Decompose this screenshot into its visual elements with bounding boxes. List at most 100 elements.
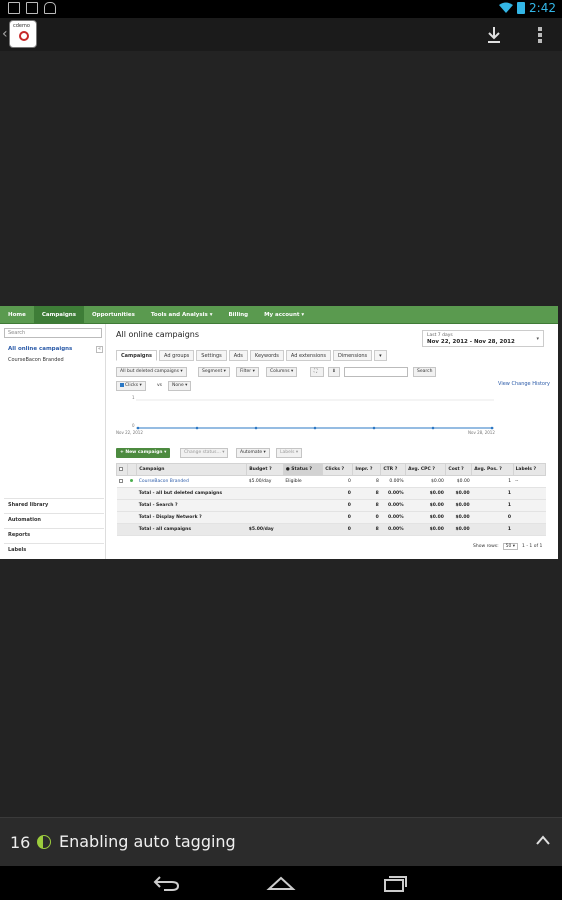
adwords-screenshot: Home Campaigns Opportunities Tools and A… [0,306,558,559]
recent-apps-icon[interactable] [382,874,408,892]
campaign-link[interactable]: CourseBacon Branded [136,475,247,488]
search-button[interactable]: Search [413,367,437,377]
vs-label: vs [157,383,163,388]
filter-dropdown[interactable]: Filter ▾ [236,367,259,377]
metric1-dropdown[interactable]: Clicks ▾ [116,381,146,391]
adwords-top-nav: Home Campaigns Opportunities Tools and A… [0,306,558,324]
tab-settings[interactable]: Settings [196,350,227,361]
total-label: Total - Search ? [136,499,247,512]
sidebar-automation[interactable]: Automation [8,517,41,523]
columns-dropdown[interactable]: Columns ▾ [266,367,298,377]
caret-down-icon: ▾ [536,336,539,342]
clicks-point [254,426,258,430]
change-status-dropdown[interactable]: Change status... ▾ [180,448,229,458]
clicks-point [195,426,199,430]
app-icon[interactable]: cdemo [9,20,37,48]
total-cost: $0.00 [445,523,472,536]
sidebar-reports[interactable]: Reports [8,532,30,538]
header-clicks[interactable]: Clicks ? [322,463,354,476]
cell-budget: $5.00/day [246,475,284,488]
scope-dropdown[interactable]: All but deleted campaigns ▾ [116,367,187,377]
cell-pos: 1 [471,475,514,488]
chart-controls: Clicks ▾ vs None ▾ View Change History [116,381,556,393]
view-change-history-link[interactable]: View Change History [498,381,550,387]
nav-billing[interactable]: Billing [220,306,256,323]
tab-ads[interactable]: Ads [228,350,248,361]
chart-svg [136,399,494,430]
header-labels[interactable]: Labels ? [512,463,547,476]
select-all-checkbox[interactable] [119,466,123,471]
header-impr[interactable]: Impr. ? [352,463,382,476]
header-budget[interactable]: Budget ? [246,463,284,476]
header-select[interactable] [115,463,129,476]
clock: 2:42 [529,1,556,15]
nav-tools[interactable]: Tools and Analysis ▾ [143,306,221,323]
overflow-menu-icon[interactable] [537,26,543,44]
table-total-row: Total - all but deleted campaigns 0 8 0.… [116,487,546,500]
download-icon[interactable] [487,26,501,44]
chapter-bar[interactable]: 16 Enabling auto tagging [0,817,562,866]
sidebar-collapse-button[interactable]: « [96,346,103,353]
total-impr: 8 [352,499,381,512]
header-ctr[interactable]: CTR ? [380,463,407,476]
chart-y-top-label: 1 [132,395,135,400]
sidebar-labels[interactable]: Labels [8,547,26,553]
cell-clicks: 0 [322,475,353,488]
home-icon[interactable] [266,874,296,892]
tab-keywords[interactable]: Keywords [249,350,284,361]
header-avg-cpc[interactable]: Avg. CPC ? [405,463,447,476]
chevron-up-icon[interactable] [535,834,551,846]
total-cpc: $0.00 [405,523,446,536]
clicks-point [431,426,435,430]
total-clicks: 0 [322,523,353,536]
page-title: All online campaigns [116,330,200,339]
tab-ad-extensions[interactable]: Ad extensions [285,350,331,361]
header-avg-pos[interactable]: Avg. Pos. ? [471,463,514,476]
nav-opportunities[interactable]: Opportunities [84,306,143,323]
android-notification-icon [44,2,56,14]
table-row: CourseBacon Branded $5.00/day Eligible 0… [116,475,546,488]
new-campaign-button[interactable]: + New campaign ▾ [116,448,171,458]
up-chevron-icon[interactable]: ‹ [2,26,8,42]
image-notification-icon [26,2,38,14]
back-icon[interactable] [152,874,180,892]
tab-campaigns[interactable]: Campaigns [116,350,158,361]
progress-pie-icon [37,835,51,849]
row-checkbox[interactable] [118,478,123,483]
header-campaign[interactable]: Campaign [136,463,248,476]
nav-my-account[interactable]: My account ▾ [256,306,312,323]
adwords-sidebar: Search All online campaigns « CourseBaco… [0,324,106,559]
total-ctr: 0.00% [380,487,406,500]
nav-campaigns[interactable]: Campaigns [33,306,84,323]
sidebar-search-input[interactable]: Search [4,328,102,338]
date-range-value: Nov 22, 2012 - Nov 28, 2012 [427,339,515,345]
header-cost[interactable]: Cost ? [445,463,473,476]
cell-cpc: $0.00 [405,475,446,488]
table-header-row: Campaign Budget ? ● Status ? Clicks ? Im… [115,463,547,476]
total-budget [246,487,284,500]
tab-ad-groups[interactable]: Ad groups [159,350,195,361]
total-impr: 8 [352,523,381,536]
date-range-picker[interactable]: Last 7 days Nov 22, 2012 - Nov 28, 2012 … [422,330,544,347]
labels-dropdown[interactable]: Labels ▾ [276,448,303,458]
total-cost: $0.00 [445,511,472,524]
download-report-icon[interactable]: ⬇ [328,367,340,377]
tab-more[interactable]: ▾ [374,350,387,361]
metric2-dropdown[interactable]: None ▾ [168,381,192,391]
enabled-status-icon[interactable] [129,479,133,482]
sidebar-all-campaigns[interactable]: All online campaigns [8,346,72,352]
cell-impr: 8 [352,475,381,488]
tab-dimensions[interactable]: Dimensions [332,350,373,361]
segment-dropdown[interactable]: Segment ▾ [198,367,230,377]
rows-per-page-select[interactable]: 50 ▾ [502,543,519,550]
magnifier-icon [19,31,29,41]
chart-toggle-icon[interactable]: ⛶ [310,367,324,377]
table-grand-total-row: Total - all campaigns $5.00/day 0 8 0.00… [116,523,546,536]
header-status[interactable]: ● Status ? [282,463,324,476]
automate-dropdown[interactable]: Automate ▾ [236,448,270,458]
sidebar-shared-library[interactable]: Shared library [8,502,48,508]
nav-home[interactable]: Home [0,306,34,323]
cell-ctr: 0.00% [380,475,406,488]
table-search-input[interactable] [344,367,408,377]
sidebar-campaign-item[interactable]: CourseBacon Branded [8,357,64,363]
